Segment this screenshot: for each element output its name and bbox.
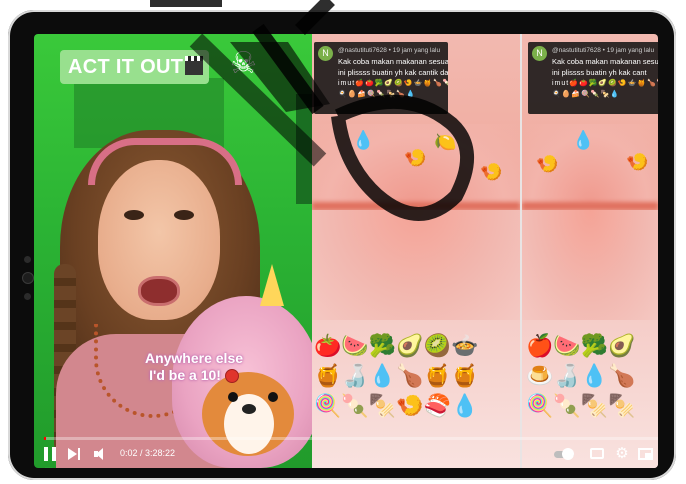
skull-icon: ☠ [230, 46, 257, 81]
person-mouth [138, 276, 180, 306]
food-emoji-grid: 🍅🍉🥦🥑🥝🍲 🍯🍶💧🍗🍯🍯 🍭🍡🍢🍤🍣💧 [314, 332, 520, 422]
autoplay-toggle[interactable] [554, 445, 576, 463]
food-emoji-grid-right: 🍎🍉🥦🥑 🍮🍶💧🍗 🍭🍡🍢🍢 [526, 332, 658, 422]
player-controls: 0:02 / 3:28:22 ⚙ [34, 443, 658, 465]
emoji-row-1: 🍅🍉🥦🥑🥝🍲 [314, 334, 479, 359]
comment-line-1-right: Kak coba makan makanan sesuai [552, 57, 658, 66]
comment-meta-right: @nastutituti7628 • 19 jam yang lalu [552, 47, 655, 54]
video-progress-bar[interactable] [44, 437, 658, 440]
shrimp-icon-2: 🍤 [480, 162, 503, 183]
shrimp-icon-right-2: 🍤 [626, 152, 649, 173]
water-drop-icon-right: 💧 [572, 130, 595, 151]
video-caption: Anywhere else I'd be a 10! [114, 350, 274, 384]
person-eye-right [174, 210, 194, 220]
comment-line-1: Kak coba makan makanan sesuai [338, 57, 448, 66]
emoji-row-3-right: 🍭🍡🍢🍢 [526, 394, 636, 419]
emoji-row-2: 🍯🍶💧🍗🍯🍯 [314, 364, 479, 389]
emoji-row-2-right: 🍮🍶💧🍗 [526, 364, 636, 389]
settings-gear-icon[interactable]: ⚙ [614, 445, 630, 463]
background-frame [296, 94, 312, 204]
video-screen[interactable]: ACT IT OUT ☠ Anywhere else I'd be a 10! … [34, 34, 658, 468]
caption-line-2: I'd be a 10! [149, 367, 221, 383]
commenter-avatar-right: N [532, 46, 547, 61]
volume-button[interactable] [94, 445, 112, 463]
caption-line-1: Anywhere else [144, 350, 244, 366]
progress-fill [44, 437, 47, 440]
lemon-icon: 🍋 [434, 132, 457, 153]
water-drop-icon: 💧 [352, 130, 375, 151]
comment-line-4: 🍳🥚🍰🍭🍡🍢🍗💧 [338, 91, 416, 98]
comment-line-3: imut🍎🍅🥦🥑🥝🍤🍲🍯🍗🍡🍭💧🥚 [338, 80, 448, 87]
lips-line-right [522, 202, 658, 210]
comment-line-2: ini plissss buatin yh kak cantik dan [338, 68, 448, 77]
tablet-camera-dots [22, 256, 34, 309]
youtube-comment-overlay-right: N @nastutituti7628 • 19 jam yang lalu Ka… [528, 42, 658, 114]
comment-line-2-right: ini plissss buatin yh kak cant [552, 68, 647, 77]
comment-meta: @nastutituti7628 • 19 jam yang lalu [338, 47, 441, 54]
next-button[interactable] [68, 445, 82, 463]
clapperboard-icon [185, 55, 204, 75]
lips-lower-right [522, 210, 658, 320]
emoji-row-1-right: 🍎🍉🥦🥑 [526, 334, 636, 359]
time-display: 0:02 / 3:28:22 [120, 448, 176, 458]
lips-line [312, 202, 520, 210]
comment-line-3-right: imut🍎🍅🥦🥑🥝🍤🍲🍯🍗🍡 [552, 80, 658, 87]
miniplayer-button[interactable] [638, 445, 654, 463]
stop-sign-icon [224, 369, 239, 384]
shrimp-icon: 🍤 [404, 148, 427, 169]
video-panel-left: ACT IT OUT ☠ Anywhere else I'd be a 10! [34, 34, 312, 468]
act-it-out-badge: ACT IT OUT [60, 50, 210, 84]
act-it-out-text: ACT IT OUT [68, 56, 184, 78]
comment-line-4-right: 🍳🥚🍰🍭🍡🍢💧 [552, 91, 621, 98]
subtitles-button[interactable] [590, 445, 606, 463]
video-panel-middle: 💧 🍤 🍋 🍤 N @nastutituti7628 • 19 jam yang… [312, 34, 520, 468]
emoji-row-3: 🍭🍡🍢🍤🍣💧 [314, 394, 479, 419]
pause-button[interactable] [44, 445, 58, 463]
shrimp-icon-right: 🍤 [536, 154, 559, 175]
lips-lower [312, 210, 520, 320]
video-panel-right: 💧 🍤 🍤 N @nastutituti7628 • 19 jam yang l… [522, 34, 658, 468]
commenter-avatar: N [318, 46, 333, 61]
person-headband [88, 138, 242, 185]
youtube-comment-overlay: N @nastutituti7628 • 19 jam yang lalu Ka… [314, 42, 448, 114]
person-eye-left [124, 210, 144, 220]
